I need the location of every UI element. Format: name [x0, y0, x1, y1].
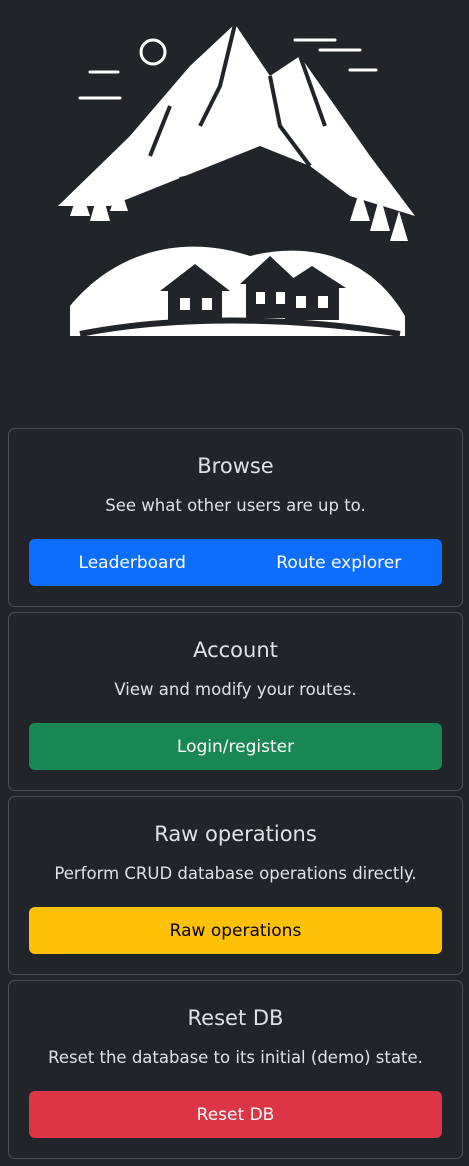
raw-operations-button-group: Raw operations [29, 907, 442, 954]
raw-operations-description: Perform CRUD database operations directl… [54, 864, 417, 883]
account-card: Account View and modify your routes. Log… [8, 612, 463, 791]
route-explorer-button[interactable]: Route explorer [235, 539, 442, 586]
account-button-group: Login/register [29, 723, 442, 770]
mountain-village-icon [58, 23, 415, 337]
browse-card: Browse See what other users are up to. L… [8, 428, 463, 607]
login-register-button[interactable]: Login/register [29, 723, 442, 770]
reset-db-card: Reset DB Reset the database to its initi… [8, 980, 463, 1159]
home-page: Browse See what other users are up to. L… [0, 0, 469, 1166]
reset-db-description: Reset the database to its initial (demo)… [48, 1048, 423, 1067]
reset-db-button[interactable]: Reset DB [29, 1091, 442, 1138]
reset-db-button-group: Reset DB [29, 1091, 442, 1138]
raw-operations-button[interactable]: Raw operations [29, 907, 442, 954]
reset-db-title: Reset DB [187, 1006, 284, 1030]
raw-operations-card: Raw operations Perform CRUD database ope… [8, 796, 463, 975]
browse-button-group: Leaderboard Route explorer [29, 539, 442, 586]
browse-title: Browse [197, 454, 274, 478]
account-description: View and modify your routes. [114, 680, 357, 699]
raw-operations-title: Raw operations [154, 822, 317, 846]
leaderboard-button[interactable]: Leaderboard [29, 539, 236, 586]
browse-description: See what other users are up to. [105, 496, 366, 515]
account-title: Account [193, 638, 278, 662]
